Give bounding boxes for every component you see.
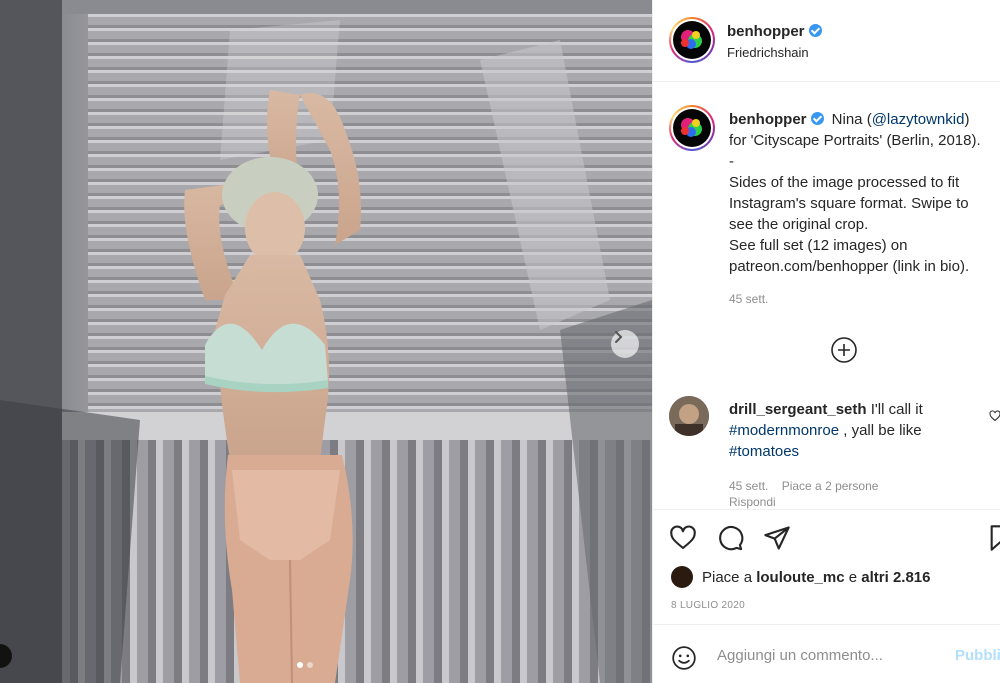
comment-likes[interactable]: Piace a 2 persone (782, 479, 879, 493)
caption-suffix: ) (964, 111, 970, 128)
post-date[interactable]: 8 LUGLIO 2020 (671, 600, 745, 611)
comment-reply-button[interactable]: Rispondi (729, 495, 776, 509)
caption-timestamp[interactable]: 45 sett. (729, 292, 768, 306)
comment-bubble-icon (719, 526, 744, 551)
comment-meta: 45 sett. Piace a 2 persone (729, 479, 878, 493)
comment-text: drill_sergeant_seth I'll call it #modern… (729, 399, 979, 462)
post-comment-button[interactable]: Pubblica (955, 647, 1000, 664)
caption-line: for 'Cityscape Portraits' (Berlin, 2018)… (729, 132, 981, 149)
photo-image (0, 0, 652, 683)
caption-username[interactable]: benhopper (729, 111, 824, 128)
share-button[interactable] (763, 524, 791, 557)
heart-icon (989, 410, 1000, 422)
comment-like-button[interactable] (989, 409, 1000, 427)
carousel-indicator (297, 662, 313, 668)
comment-timestamp[interactable]: 45 sett. (729, 479, 768, 493)
caption-line: patreon.com/benhopper (link in bio). (729, 258, 970, 275)
comment-body: , yall be like (843, 422, 922, 439)
author-username-text[interactable]: benhopper (727, 23, 805, 40)
caption-line: Instagram's square format. Swipe to (729, 195, 969, 212)
caption-line: See full set (12 images) on (729, 237, 908, 254)
post-location[interactable]: Friedrichshain (727, 45, 809, 60)
post-photo[interactable] (0, 0, 652, 683)
commenter-avatar[interactable] (669, 396, 709, 436)
caption-line: - (729, 153, 734, 170)
likes-summary[interactable]: Piace a louloute_mc e altri 2.816 (671, 566, 930, 588)
caption-avatar[interactable] (669, 105, 715, 151)
add-comment-bar: Pubblica (653, 624, 1000, 683)
comment-input[interactable] (717, 643, 947, 667)
commenter-avatar-image (669, 396, 709, 436)
likes-mid: e (848, 568, 858, 586)
comments-list[interactable]: benhopper Nina (@lazytownkid) for 'Citys… (653, 83, 1000, 509)
likes-others-link[interactable]: altri 2.816 (861, 569, 930, 586)
commenter-username[interactable]: drill_sergeant_seth (729, 401, 867, 418)
paper-plane-icon (764, 526, 790, 550)
heart-icon (670, 525, 696, 549)
comment-button[interactable] (716, 524, 744, 557)
avatar-flower-icon (681, 30, 702, 49)
carousel-dot (307, 662, 313, 668)
liker-username[interactable]: louloute_mc (756, 569, 844, 586)
caption-mention-link[interactable]: @lazytownkid (872, 111, 965, 128)
likes-prefix: Piace a (702, 568, 753, 586)
comment-body: I'll call it (870, 401, 923, 418)
liker-avatar (671, 566, 693, 588)
plus-circle-icon (831, 337, 857, 363)
save-button[interactable] (989, 524, 1000, 557)
caption-line: Sides of the image processed to fit (729, 174, 960, 191)
post-header: benhopper Friedrichshain (653, 0, 1000, 82)
post-sidebar: benhopper Friedrichshain benhopper Nina … (652, 0, 1000, 683)
chevron-right-icon (615, 331, 623, 343)
avatar-flower-icon (681, 118, 702, 137)
hashtag-link[interactable]: #modernmonroe (729, 422, 839, 439)
caption-text: benhopper Nina (@lazytownkid) for 'Citys… (729, 109, 997, 277)
load-more-comments-button[interactable] (830, 336, 858, 364)
verified-badge-icon (808, 24, 822, 37)
carousel-next-button[interactable] (611, 330, 639, 358)
emoji-button[interactable] (671, 645, 697, 676)
caption-line: see the original crop. (729, 216, 869, 233)
hashtag-link[interactable]: #tomatoes (729, 443, 799, 460)
verified-badge-icon (810, 112, 824, 125)
like-button[interactable] (669, 524, 697, 557)
author-avatar[interactable] (669, 17, 715, 63)
post-actions: Piace a louloute_mc e altri 2.816 8 LUGL… (653, 509, 1000, 624)
smiley-icon (672, 646, 696, 670)
caption-prefix: Nina ( (831, 111, 872, 128)
bookmark-icon (990, 525, 1000, 551)
author-username[interactable]: benhopper (727, 23, 822, 40)
carousel-dot-active (297, 662, 303, 668)
